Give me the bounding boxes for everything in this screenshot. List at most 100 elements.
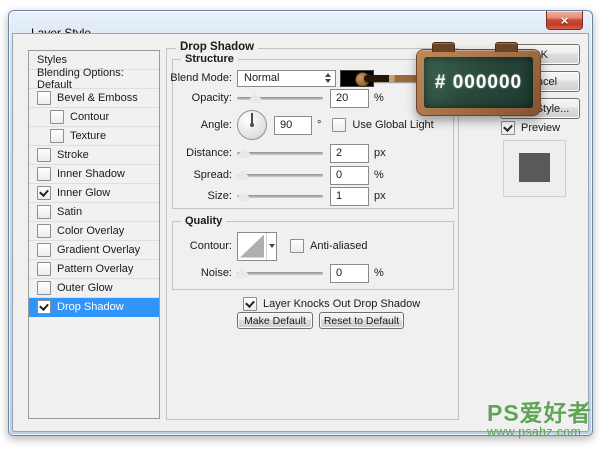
use-global-light-checkbox[interactable] [332, 118, 347, 132]
contour-checkbox[interactable] [50, 110, 64, 124]
noise-row: Noise: 0 % [170, 263, 384, 283]
opacity-slider[interactable] [237, 92, 323, 104]
inner-shadow-checkbox[interactable] [37, 167, 51, 181]
preview-well [503, 140, 566, 197]
sidebar-item-texture[interactable]: Texture [29, 127, 159, 146]
sidebar-item-outer-glow[interactable]: Outer Glow [29, 279, 159, 298]
preview-thumbnail [519, 153, 550, 182]
angle-dial-hub [250, 123, 254, 127]
size-slider-track[interactable] [237, 195, 323, 198]
opacity-slider-thumb[interactable] [250, 93, 261, 103]
chalkboard-hanger-left [432, 42, 455, 52]
distance-row: Distance: 2 px [170, 143, 386, 163]
noise-slider-thumb[interactable] [237, 268, 248, 278]
color-overlay-checkbox[interactable] [37, 224, 51, 238]
gradient-overlay-checkbox[interactable] [37, 243, 51, 257]
use-global-light-label: Use Global Light [352, 119, 434, 131]
sidebar-item-inner-shadow[interactable]: Inner Shadow [29, 165, 159, 184]
combo-updown-icon [325, 73, 331, 83]
sidebar-item-gradient-overlay[interactable]: Gradient Overlay [29, 241, 159, 260]
watermark: PS爱好者 www.psahz.com [487, 402, 592, 439]
layer-knocks-out-checkbox[interactable] [243, 297, 257, 311]
noise-label: Noise: [200, 267, 232, 279]
watermark-url: www.psahz.com [487, 425, 582, 439]
spread-slider-thumb[interactable] [237, 170, 248, 180]
sidebar-item-stroke[interactable]: Stroke [29, 146, 159, 165]
distance-slider-thumb[interactable] [239, 148, 250, 158]
noise-unit: % [374, 267, 384, 279]
opacity-unit: % [374, 92, 384, 104]
opacity-field[interactable]: 20 [330, 88, 369, 108]
watermark-title: PS爱好者 [487, 400, 592, 426]
noise-slider[interactable] [237, 267, 323, 279]
spread-row: Spread: 0 % [170, 165, 384, 185]
opacity-label: Opacity: [191, 92, 232, 104]
spread-unit: % [374, 169, 384, 181]
preview-label: Preview [521, 122, 561, 134]
sidebar-item-drop-shadow[interactable]: Drop Shadow [29, 298, 159, 317]
close-button[interactable]: × [546, 11, 583, 30]
contour-label: Contour: [189, 240, 232, 252]
layer-knocks-out-label: Layer Knocks Out Drop Shadow [263, 298, 421, 310]
preview-checkbox[interactable] [501, 121, 515, 135]
angle-label: Angle: [200, 119, 232, 131]
sidebar-item-contour[interactable]: Contour [29, 108, 159, 127]
pattern-overlay-checkbox[interactable] [37, 262, 51, 276]
anti-aliased-checkbox[interactable] [290, 239, 304, 253]
knockout-row: Layer Knocks Out Drop Shadow [243, 295, 420, 313]
structure-legend: Structure [181, 53, 238, 65]
opacity-row: Opacity: 20 % [170, 88, 384, 108]
panel-title: Drop Shadow [176, 41, 259, 53]
opacity-slider-track[interactable] [237, 97, 323, 100]
bevel-emboss-checkbox[interactable] [37, 91, 51, 105]
close-icon: × [560, 12, 569, 28]
distance-slider[interactable] [237, 147, 323, 159]
paintbrush-handle [364, 75, 419, 82]
distance-field[interactable]: 2 [330, 143, 369, 163]
size-label: Size: [207, 190, 232, 202]
sidebar-item-color-overlay[interactable]: Color Overlay [29, 222, 159, 241]
noise-field[interactable]: 0 [330, 263, 369, 283]
preview-row: Preview [501, 121, 560, 135]
spread-field[interactable]: 0 [330, 165, 369, 185]
contour-dropdown-icon[interactable] [267, 233, 276, 260]
satin-checkbox[interactable] [37, 205, 51, 219]
drop-shadow-checkbox[interactable] [37, 300, 51, 314]
inner-glow-checkbox[interactable] [37, 186, 51, 200]
texture-checkbox[interactable] [50, 129, 64, 143]
angle-field[interactable]: 90 [274, 115, 312, 135]
sidebar-item-pattern-overlay[interactable]: Pattern Overlay [29, 260, 159, 279]
size-field[interactable]: 1 [330, 186, 369, 206]
contour-row: Contour: Anti-aliased [170, 231, 368, 261]
reset-to-default-button[interactable]: Reset to Default [319, 312, 404, 329]
styles-list: Styles Blending Options: Default Bevel &… [28, 50, 160, 419]
sidebar-item-blending-options[interactable]: Blending Options: Default [29, 67, 159, 91]
screenshot-stage: Layer Style × Styles Blending Options: D… [0, 0, 600, 449]
blend-mode-value: Normal [244, 72, 280, 84]
spread-slider-track[interactable] [237, 174, 323, 177]
hex-color-text: # 000000 [434, 71, 523, 93]
distance-unit: px [374, 147, 386, 159]
distance-label: Distance: [186, 147, 232, 159]
sidebar-item-bevel-emboss[interactable]: Bevel & Emboss [29, 89, 159, 108]
stroke-checkbox[interactable] [37, 148, 51, 162]
chalkboard-overlay: # 000000 [416, 42, 541, 116]
contour-thumbnail[interactable] [238, 232, 267, 260]
spread-label: Spread: [193, 169, 232, 181]
quality-legend: Quality [181, 215, 227, 227]
blend-mode-label: Blend Mode: [170, 72, 232, 84]
noise-slider-track[interactable] [237, 272, 323, 275]
sidebar-item-inner-glow[interactable]: Inner Glow [29, 184, 159, 203]
chalkboard-hanger-right [495, 42, 518, 52]
outer-glow-checkbox[interactable] [37, 281, 51, 295]
contour-picker[interactable] [237, 231, 277, 261]
anti-aliased-label: Anti-aliased [310, 240, 368, 252]
size-unit: px [374, 190, 386, 202]
size-slider[interactable] [237, 190, 323, 202]
blend-mode-select[interactable]: Normal [237, 69, 336, 87]
angle-dial[interactable] [237, 110, 267, 140]
spread-slider[interactable] [237, 169, 323, 181]
sidebar-item-satin[interactable]: Satin [29, 203, 159, 222]
make-default-button[interactable]: Make Default [237, 312, 313, 329]
size-slider-thumb[interactable] [238, 191, 249, 201]
